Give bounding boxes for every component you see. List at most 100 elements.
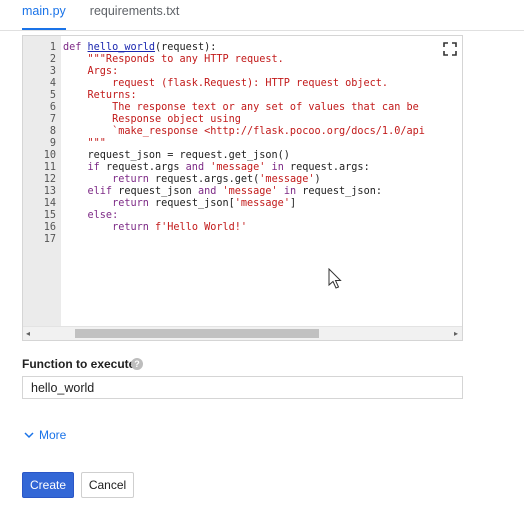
code-token: hello_world — [87, 42, 156, 53]
function-to-execute-input[interactable] — [22, 376, 463, 399]
code-line[interactable]: 12 return request.args.get('message') — [23, 174, 462, 186]
cancel-button[interactable]: Cancel — [81, 472, 134, 498]
code-token: Args: — [63, 66, 119, 77]
function-to-execute-label: Function to execute — [22, 357, 136, 371]
code-line[interactable]: 3 Args: — [23, 66, 462, 78]
line-content: Returns: — [63, 90, 137, 102]
help-icon[interactable]: ? — [131, 358, 143, 370]
tab-divider — [0, 30, 524, 31]
code-token: The response text or any set of values t… — [63, 102, 419, 113]
code-token: (request): — [155, 42, 217, 53]
code-token: return — [63, 198, 156, 209]
code-line[interactable]: 7 Response object using — [23, 114, 462, 126]
line-content: return request_json['message'] — [63, 198, 296, 210]
code-token: return — [63, 174, 156, 185]
code-token: def — [63, 42, 88, 53]
code-line[interactable]: 6 The response text or any set of values… — [23, 102, 462, 114]
tab-requirements-txt[interactable]: requirements.txt — [90, 0, 180, 30]
line-content: The response text or any set of values t… — [63, 102, 419, 114]
code-token: if — [63, 162, 106, 173]
code-line[interactable]: 10 request_json = request.get_json() — [23, 150, 462, 162]
code-line[interactable]: 2 """Responds to any HTTP request. — [23, 54, 462, 66]
code-line[interactable]: 5 Returns: — [23, 90, 462, 102]
code-line[interactable]: 1 def hello_world(request): — [23, 42, 462, 54]
mouse-pointer-icon — [328, 268, 342, 289]
line-number: 1 — [49, 42, 56, 53]
line-content: request_json = request.get_json() — [63, 150, 290, 162]
code-line[interactable]: 14 return request_json['message'] — [23, 198, 462, 210]
line-number: 17 — [43, 234, 56, 245]
code-token: 'message' — [259, 174, 315, 185]
horizontal-scrollbar[interactable]: ◂ ▸ — [23, 326, 462, 340]
code-token: Response object using — [63, 114, 241, 125]
code-token: """Responds to any HTTP request. — [63, 54, 284, 65]
code-line[interactable]: 17 — [23, 234, 462, 246]
code-token: f'Hello World!' — [155, 222, 248, 233]
line-number: 16 — [43, 222, 56, 233]
line-number: 11 — [43, 162, 56, 173]
line-number: 3 — [49, 66, 56, 77]
code-line[interactable]: 16 return f'Hello World!' — [23, 222, 462, 234]
code-line[interactable]: 11 if request.args and 'message' in requ… — [23, 162, 462, 174]
code-token: request_json: — [302, 186, 382, 197]
line-content: Response object using — [63, 114, 241, 126]
line-content: """Responds to any HTTP request. — [63, 54, 284, 66]
code-token: """ — [63, 138, 106, 149]
code-token: in — [277, 186, 303, 197]
code-token: request.args — [105, 162, 186, 173]
line-content: """ — [63, 138, 106, 150]
code-line[interactable]: 9 """ — [23, 138, 462, 150]
line-number: 2 — [49, 54, 56, 65]
scrollbar-thumb[interactable] — [75, 329, 319, 338]
code-line[interactable]: 13 elif request_json and 'message' in re… — [23, 186, 462, 198]
code-token: `make_response <http://flask.pocoo.org/d… — [63, 126, 425, 137]
code-line[interactable]: 15 else: — [23, 210, 462, 222]
code-token: ) — [314, 174, 321, 185]
line-content: return f'Hello World!' — [63, 222, 247, 234]
scroll-left-icon[interactable]: ◂ — [26, 329, 30, 339]
line-number: 6 — [49, 102, 56, 113]
line-number: 4 — [49, 78, 56, 89]
fullscreen-icon[interactable] — [443, 42, 457, 56]
line-number: 8 — [49, 126, 56, 137]
line-content: `make_response <http://flask.pocoo.org/d… — [63, 126, 425, 138]
code-token: ] — [289, 198, 297, 209]
line-content: request (flask.Request): HTTP request ob… — [63, 78, 388, 90]
code-token: else: — [63, 210, 119, 221]
line-number: 15 — [43, 210, 56, 221]
code-token: request.args: — [289, 162, 370, 173]
code-token: request_json = request.get_json() — [63, 150, 290, 161]
code-editor[interactable]: 1 def hello_world(request): 2 """Responds … — [22, 35, 463, 341]
code-token: and — [197, 186, 223, 197]
code-token: return — [63, 222, 156, 233]
code-token: Returns: — [63, 90, 137, 101]
line-number: 10 — [43, 150, 56, 161]
line-number: 7 — [49, 114, 56, 125]
line-number: 14 — [43, 198, 56, 209]
line-content: return request.args.get('message') — [63, 174, 321, 186]
line-number: 9 — [49, 138, 56, 149]
line-content: else: — [63, 210, 119, 222]
scroll-right-icon[interactable]: ▸ — [454, 329, 458, 339]
code-token: request (flask.Request): HTTP request ob… — [63, 78, 389, 89]
line-content: Args: — [63, 66, 119, 78]
line-content: if request.args and 'message' in request… — [63, 162, 370, 174]
code-token: request_json — [118, 186, 198, 197]
code-token: 'message' — [222, 186, 278, 197]
more-label: More — [39, 428, 67, 442]
tab-main-py[interactable]: main.py — [22, 0, 66, 30]
chevron-down-icon — [24, 432, 34, 439]
line-number: 5 — [49, 90, 56, 101]
line-number: 13 — [43, 186, 56, 197]
code-line[interactable]: 8 `make_response <http://flask.pocoo.org… — [23, 126, 462, 138]
code-token: in — [265, 162, 290, 173]
code-token: and — [185, 162, 211, 173]
code-token: elif — [63, 186, 119, 197]
code-token: 'message' — [234, 198, 290, 209]
line-content: elif request_json and 'message' in reque… — [63, 186, 382, 198]
code-area[interactable]: 1 def hello_world(request): 2 """Responds … — [23, 42, 462, 246]
code-token: request_json[ — [155, 198, 235, 209]
more-toggle[interactable]: More — [24, 428, 66, 442]
code-line[interactable]: 4 request (flask.Request): HTTP request … — [23, 78, 462, 90]
create-button[interactable]: Create — [22, 472, 74, 498]
